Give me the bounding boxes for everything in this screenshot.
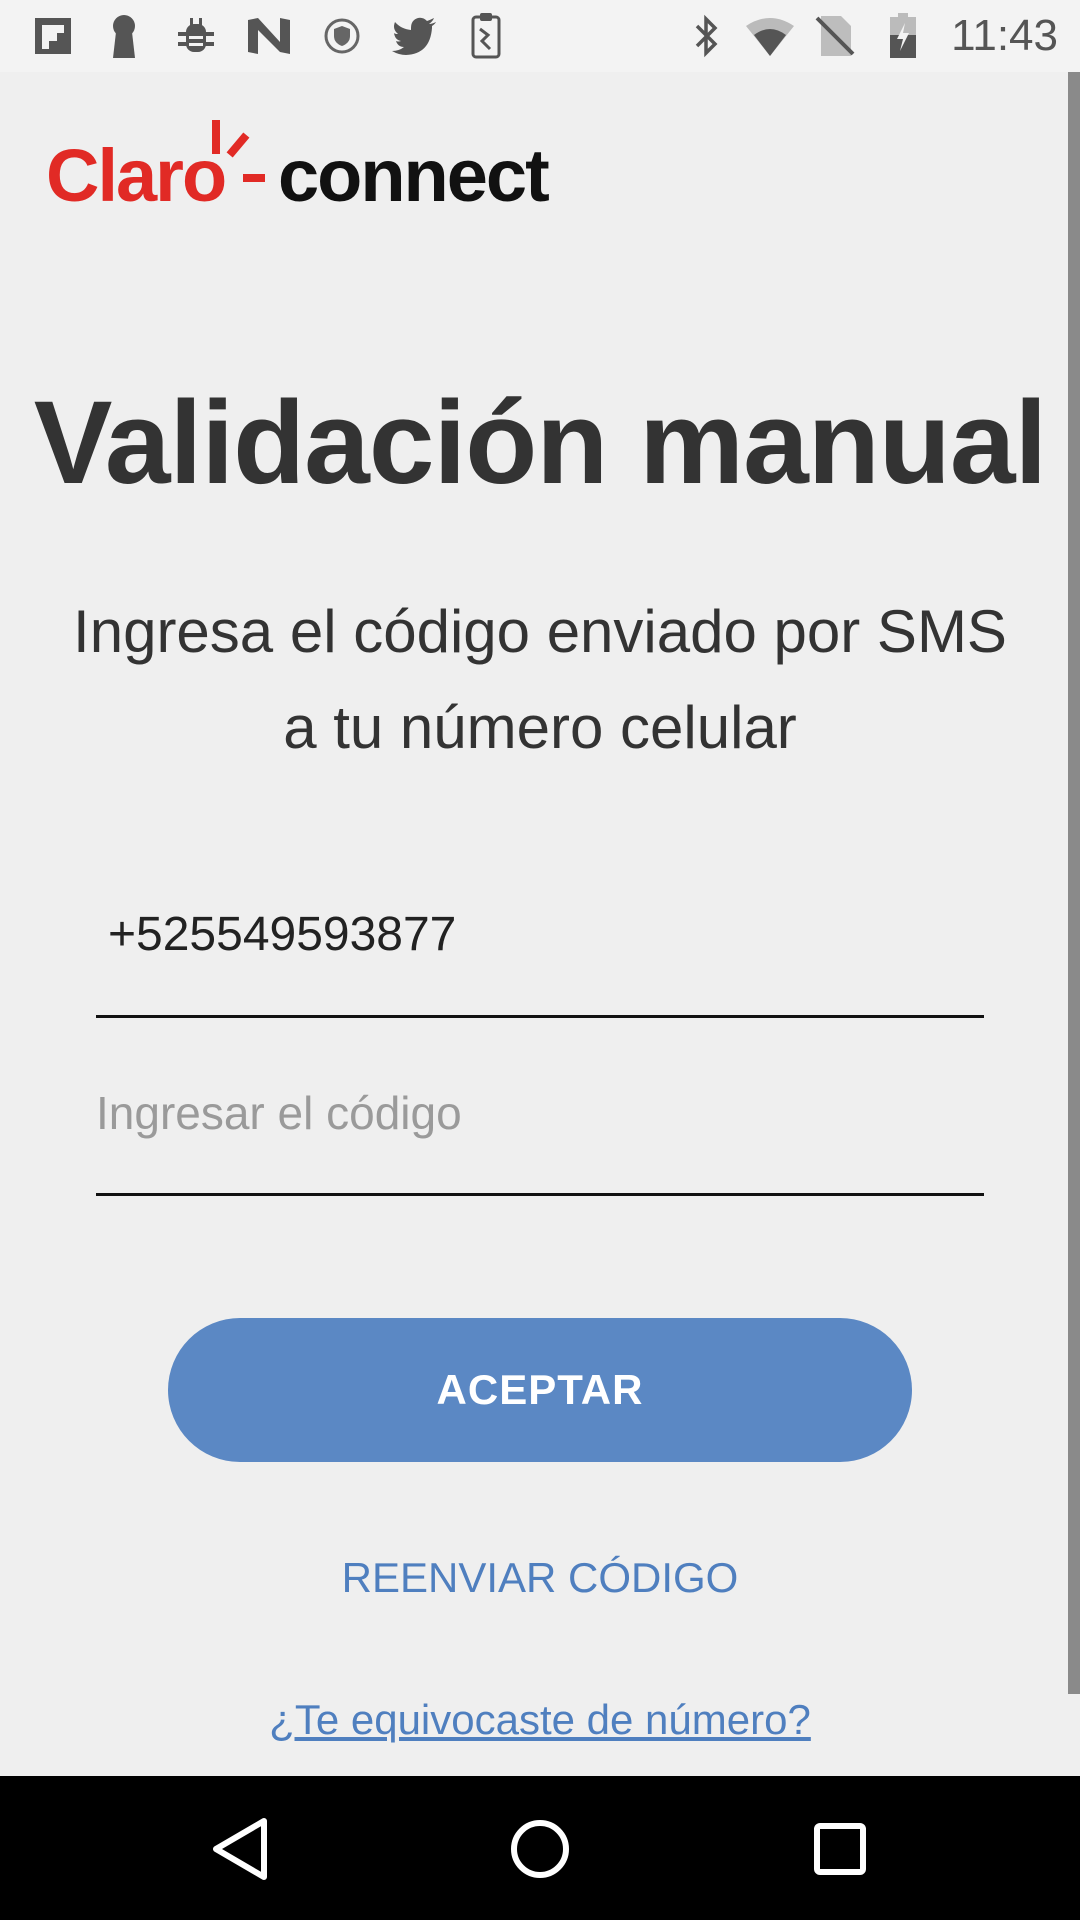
screen: 11:43 Claro connect Validación manual In… (0, 0, 1080, 1920)
phone-number-value: +525549593877 (108, 908, 457, 961)
home-icon[interactable] (495, 1804, 585, 1894)
logo-spark (212, 120, 220, 154)
claro-connect-logo: Claro connect (46, 118, 566, 218)
clipboard-icon (468, 13, 504, 59)
logo-dash (243, 174, 265, 182)
bluetooth-icon (688, 14, 726, 58)
navigation-bar (0, 1776, 1080, 1920)
logo-spark (226, 132, 250, 158)
keyhole-icon (104, 14, 144, 58)
bug-icon (172, 14, 220, 58)
twitter-icon (390, 14, 440, 58)
logo-claro-text: Claro (46, 134, 227, 217)
battery-charging-icon (886, 13, 920, 58)
scrollbar[interactable] (1068, 72, 1080, 1694)
instruction-text: Ingresa el código enviado por SMS a tu n… (73, 598, 1007, 761)
code-input[interactable] (96, 1074, 984, 1196)
recents-icon[interactable] (795, 1804, 885, 1894)
accept-button[interactable]: ACEPTAR (168, 1318, 912, 1462)
shield-icon (322, 14, 362, 58)
resend-code-link[interactable]: REENVIAR CÓDIGO (0, 1548, 1080, 1608)
page-title: Validación manual (33, 377, 1048, 509)
flipboard-icon (30, 14, 76, 58)
wrong-number-link[interactable]: ¿Te equivocaste de número? (0, 1690, 1080, 1750)
wifi-icon (744, 14, 796, 58)
n-app-icon (244, 14, 294, 58)
phone-number-field[interactable]: +525549593877 (96, 896, 984, 1018)
status-bar: 11:43 (0, 0, 1080, 72)
status-time: 11:43 (951, 11, 1058, 60)
back-icon[interactable] (195, 1804, 285, 1894)
no-sim-icon (812, 14, 858, 58)
logo-connect-text: connect (278, 134, 550, 217)
